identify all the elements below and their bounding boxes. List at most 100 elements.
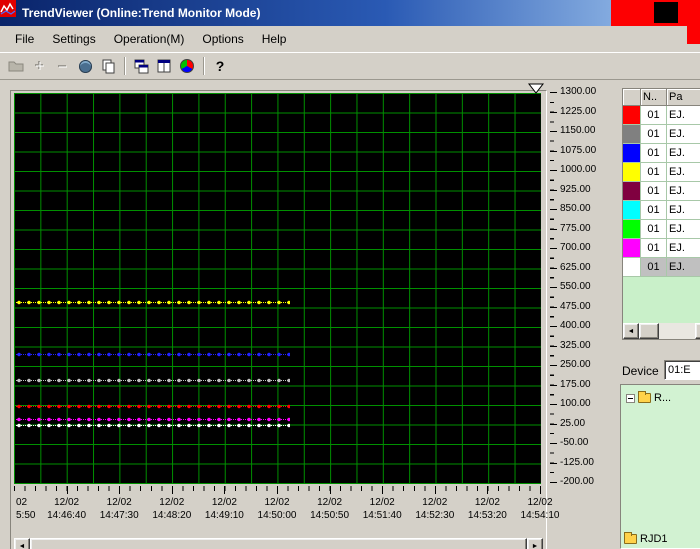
x-axis-label: 12/02 14:54:10 xyxy=(521,496,560,522)
x-axis-label: 12/02 14:53:20 xyxy=(468,496,507,522)
menu-settings[interactable]: Settings xyxy=(43,29,104,49)
x-axis-tick xyxy=(224,486,226,494)
x-axis-label-time: 14:48:20 xyxy=(152,510,192,521)
series-color-swatch xyxy=(623,201,641,220)
column-header[interactable]: Pa xyxy=(667,89,700,106)
x-axis-label-date: 12/02 xyxy=(422,497,448,508)
x-axis-tick xyxy=(119,486,121,494)
titlebar[interactable]: TrendViewer (Online:Trend Monitor Mode) xyxy=(0,0,700,26)
tree-root-node[interactable]: R... xyxy=(626,391,671,404)
series-color-swatch xyxy=(623,182,641,201)
parameter-row[interactable]: 01 EJ. xyxy=(623,201,700,220)
parameter-row[interactable]: 01 EJ. xyxy=(623,239,700,258)
y-axis-label: -50.00 xyxy=(560,437,589,448)
column-header[interactable]: N.. xyxy=(641,89,667,106)
y-axis-tick xyxy=(550,248,557,249)
parameter-table-scrollbar[interactable] xyxy=(623,323,700,339)
toolbar: ? xyxy=(0,52,700,80)
trend-series-magenta xyxy=(16,416,290,422)
parameter-row[interactable]: 01 EJ. xyxy=(623,125,700,144)
x-axis-label-time: 14:53:20 xyxy=(467,510,507,521)
time-scrollbar[interactable] xyxy=(14,538,543,549)
trend-series-red xyxy=(16,403,290,409)
help-button[interactable]: ? xyxy=(209,55,231,77)
x-axis-label: 12/02 14:49:10 xyxy=(205,496,244,522)
trend-series-silver xyxy=(16,377,290,383)
tree-item[interactable]: RJD1 xyxy=(624,532,668,545)
parameter-table-header: N.. Pa xyxy=(623,89,700,106)
scrollbar-thumb[interactable] xyxy=(639,323,659,339)
y-axis-label: 775.00 xyxy=(560,222,591,234)
time-cursor-marker[interactable] xyxy=(527,81,545,94)
color-wheel-icon xyxy=(180,59,194,73)
y-axis-label: 625.00 xyxy=(560,261,591,273)
x-axis-label: 02 5:50 xyxy=(16,496,35,522)
x-axis-tick xyxy=(171,486,173,494)
parameter-table: N.. Pa 01 EJ. 01 EJ. 01 EJ. 01 EJ. 01 EJ. 01 EJ. 01 EJ… xyxy=(622,88,700,340)
series-parameter: EJ. xyxy=(667,125,700,144)
series-color-swatch xyxy=(623,220,641,239)
x-axis-label-date: 12/02 xyxy=(527,497,553,508)
copy-icon xyxy=(102,59,115,74)
y-axis-tick xyxy=(550,131,557,132)
menu-file[interactable]: File xyxy=(6,29,43,49)
scrollbar-thumb[interactable] xyxy=(30,538,527,549)
tile-windows-button[interactable] xyxy=(153,55,175,77)
y-axis-tick xyxy=(550,189,557,191)
scroll-left-arrow-icon[interactable] xyxy=(14,538,30,549)
x-axis-label: 12/02 14:47:30 xyxy=(100,496,139,522)
cascade-windows-button[interactable] xyxy=(130,55,152,77)
x-axis-tick xyxy=(66,486,68,494)
scroll-right-arrow-icon[interactable] xyxy=(527,538,543,549)
collapse-icon[interactable] xyxy=(626,393,635,403)
trendviewer-window: TrendViewer (Online:Trend Monitor Mode) … xyxy=(0,0,700,549)
menu-help[interactable]: Help xyxy=(253,29,296,49)
parameter-row[interactable]: 01 EJ. xyxy=(623,163,700,182)
series-parameter: EJ. xyxy=(667,144,700,163)
device-combobox[interactable]: 01:E xyxy=(664,360,700,380)
tile-icon xyxy=(157,59,171,73)
y-axis-label: 1075.00 xyxy=(560,144,597,156)
parameter-row[interactable]: 01 EJ. xyxy=(623,220,700,239)
x-axis-tick xyxy=(277,486,278,494)
column-header[interactable] xyxy=(623,89,641,106)
online-mode-button[interactable] xyxy=(74,55,96,77)
copy-button[interactable] xyxy=(97,55,119,77)
series-color-swatch xyxy=(623,239,641,258)
y-axis-tick xyxy=(550,92,557,93)
parameter-row[interactable]: 01 EJ. xyxy=(623,144,700,163)
trend-plot[interactable] xyxy=(14,93,541,484)
parameter-row[interactable]: 01 EJ. xyxy=(623,182,700,201)
parameter-row[interactable]: 01 EJ. xyxy=(623,106,700,125)
x-axis-label-date: 12/02 xyxy=(211,497,237,508)
zoom-out-button[interactable] xyxy=(51,55,73,77)
series-number: 01 xyxy=(641,239,667,258)
open-file-button[interactable] xyxy=(5,55,27,77)
device-label: Device xyxy=(622,364,659,378)
window-control-button[interactable] xyxy=(654,2,678,23)
scroll-left-arrow-icon[interactable] xyxy=(623,323,639,339)
y-axis-tick xyxy=(550,111,557,113)
series-number: 01 xyxy=(641,201,667,220)
parameter-table-rows: 01 EJ. 01 EJ. 01 EJ. 01 EJ. 01 EJ. 01 EJ. 01 EJ. 01 EJ.… xyxy=(623,106,700,277)
series-parameter: EJ. xyxy=(667,201,700,220)
series-number: 01 xyxy=(641,220,667,239)
series-color-swatch xyxy=(623,163,641,182)
x-axis-tick xyxy=(382,486,384,494)
red-edge-block xyxy=(687,26,700,44)
x-axis-label-date: 12/02 xyxy=(159,497,185,508)
series-parameter: EJ. xyxy=(667,239,700,258)
color-settings-button[interactable] xyxy=(176,55,198,77)
x-axis-label-date: 02 xyxy=(16,497,28,508)
series-parameter: EJ. xyxy=(667,182,700,201)
menu-options[interactable]: Options xyxy=(193,29,252,49)
scroll-right-arrow-icon[interactable] xyxy=(695,323,700,339)
zoom-in-button[interactable] xyxy=(28,55,50,77)
y-axis-label: 475.00 xyxy=(560,300,591,312)
x-axis-label: 12/02 14:50:00 xyxy=(258,496,297,522)
tree-item-label: RJD1 xyxy=(640,533,668,545)
series-number: 01 xyxy=(641,182,667,201)
y-axis-label: 850.00 xyxy=(560,203,591,214)
parameter-row[interactable]: 01 EJ. xyxy=(623,258,700,277)
menu-operationm[interactable]: Operation(M) xyxy=(105,29,194,49)
